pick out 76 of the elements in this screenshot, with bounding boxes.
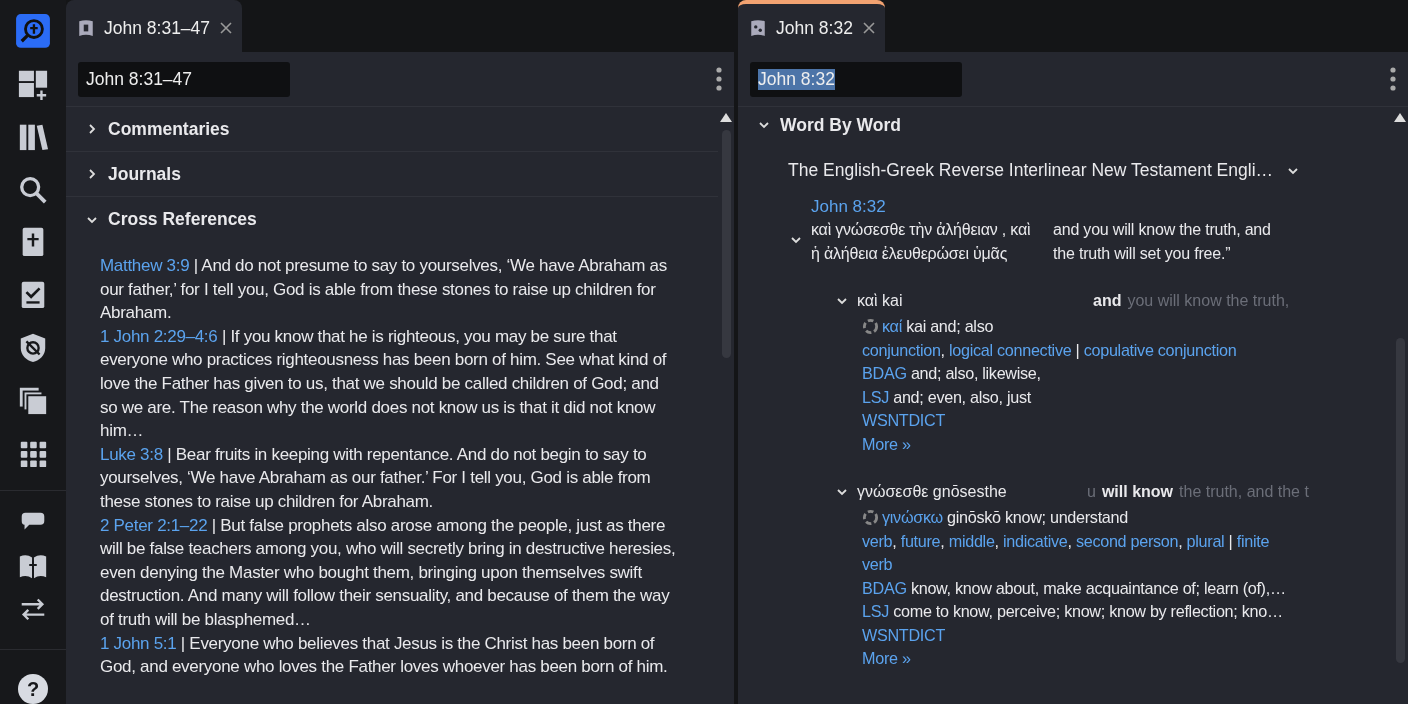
- morphology-link[interactable]: middle: [948, 531, 995, 550]
- more-link[interactable]: More »: [862, 649, 911, 667]
- help-button[interactable]: ?: [18, 674, 48, 704]
- section-header[interactable]: Journals: [66, 152, 718, 197]
- reference-link[interactable]: 1 John 5:1: [100, 633, 177, 653]
- reference-link[interactable]: Matthew 3:9: [100, 256, 190, 275]
- cross-reference-entry: Luke 3:8 | Bear fruits in keeping with repentance. And do not begin to say to yourselves, ‘We have Abraham as our father.’ For I tell you, God is able from these stones to raise up children for Abraham.: [100, 443, 652, 513]
- chevron-down-icon[interactable]: [790, 234, 802, 246]
- english-word: will know: [1101, 483, 1174, 501]
- greek-word: καὶ kai: [857, 292, 904, 310]
- cross-reference-entry: 2 Peter 2:1–22 | But false prophets also arose among the people, just as there will be false teachers among you, who will secretly bring in destructive heresies, even denying the Master who bought them, bringing upon themselves swift destruction. And many will follow their sensuality, and because of them the way of truth will be blasphemed…: [100, 514, 677, 631]
- context-text: u: [1087, 483, 1096, 501]
- lemma-link[interactable]: καί: [882, 317, 902, 335]
- reference-field[interactable]: John 8:32: [750, 61, 962, 97]
- cross-reference-entry: 1 John 5:1 | Everyone who believes that Jesus is the Christ has been born of God, and everyone who loves the Father loves whoever has been born of him.: [100, 632, 669, 679]
- chevron-down-icon[interactable]: [836, 486, 848, 498]
- dictionary-link[interactable]: WSNTDICT: [862, 411, 946, 429]
- greek-word: γνώσεσθε gnōsesthe: [857, 483, 1008, 501]
- tab[interactable]: John 8:32: [738, 0, 885, 52]
- chevron-down-icon[interactable]: [758, 119, 770, 131]
- dictionary-entry: LSJ and; even, also, just: [862, 386, 1032, 408]
- reference-link[interactable]: Luke 3:8: [100, 444, 163, 464]
- section-header[interactable]: Commentaries: [66, 107, 718, 152]
- section-header[interactable]: Word By Word: [758, 107, 1392, 143]
- chevron-down-icon[interactable]: [836, 295, 848, 307]
- verse-reference-link[interactable]: John 8:32: [811, 197, 886, 216]
- morphology-link[interactable]: verb: [862, 531, 893, 550]
- lemma-line: καί kai and; also: [862, 315, 1287, 339]
- morphology-link[interactable]: indicative: [1003, 531, 1068, 550]
- morphology-link[interactable]: finite: [1236, 531, 1270, 550]
- more-options-icon[interactable]: [716, 67, 722, 91]
- close-icon[interactable]: [862, 22, 875, 34]
- context-text: the truth, and the t: [1179, 483, 1309, 501]
- dictionary-link[interactable]: LSJ: [862, 602, 889, 620]
- morphology-link[interactable]: second person: [1075, 531, 1179, 550]
- morphology-link[interactable]: copulative conjunction: [1083, 340, 1237, 359]
- cross-reference-entry: 1 John 2:29–4:6 | If you know that he is righteous, you may be sure that everyone who practices righteousness has been born of him. See what kind of love the Father has given to us, that we should be called children of God; and so we are. The reason why the world does not know us is that it did not know him…: [100, 325, 668, 443]
- morphology-link[interactable]: future: [900, 531, 941, 550]
- dictionary-entry: LSJ come to know, perceive; know; know by reflection; kno…: [862, 601, 1284, 622]
- reference-link[interactable]: 2 Peter 2:1–22: [100, 515, 208, 535]
- greek-verse-text: καὶ γνώσεσθε τὴν ἀλήθειαν , καὶ ἡ ἀλήθεια ἐλευθερώσει ὑμᾶς: [811, 220, 1032, 264]
- morphology-link[interactable]: plural: [1186, 531, 1225, 550]
- morphology-link[interactable]: conjunction: [862, 340, 941, 359]
- context-text: you will know the truth,: [1127, 292, 1290, 310]
- dictionary-entry: BDAG and; also, likewise,: [862, 363, 1042, 384]
- dictionary-entry: BDAG know, know about, make acquaintance of; learn (of),…: [862, 577, 1287, 599]
- more-link[interactable]: More »: [862, 434, 911, 453]
- morphology-link[interactable]: verb: [862, 555, 893, 573]
- lemma-link[interactable]: γινώσκω: [882, 508, 943, 526]
- morphology-line: conjunction, logical connective | copulative conjunction: [862, 339, 1238, 361]
- logo-icon[interactable]: [16, 14, 50, 48]
- reference-field[interactable]: John 8:31–47: [78, 61, 290, 97]
- morphology-link[interactable]: logical connective: [949, 340, 1072, 359]
- scroll-up-icon[interactable]: [720, 113, 732, 122]
- english-verse-text: and you will know the truth, and the truth will set you free.”: [1053, 220, 1272, 264]
- dictionary-link[interactable]: BDAG: [862, 578, 907, 597]
- tab[interactable]: John 8:31–47: [66, 0, 243, 52]
- reference-link[interactable]: 1 John 2:29–4:6: [100, 326, 218, 346]
- english-word: and: [1093, 292, 1122, 310]
- loading-spinner-icon: [862, 509, 879, 526]
- dictionary-link[interactable]: LSJ: [862, 387, 889, 406]
- scroll-up-icon[interactable]: [1394, 113, 1406, 122]
- dice-icon: [750, 19, 766, 37]
- close-icon[interactable]: [220, 22, 233, 34]
- section-header[interactable]: Cross References: [66, 197, 718, 242]
- lemma-line: γινώσκω ginōskō know; understand: [862, 506, 1287, 530]
- book-icon: [78, 19, 94, 37]
- cross-reference-entry: Matthew 3:9 | And do not presume to say to yourselves, ‘We have Abraham as our father,’ for I tell you, God is able from these stones to raise up children for Abraham.: [100, 255, 668, 325]
- chevron-right-icon[interactable]: [86, 168, 98, 180]
- resource-title[interactable]: The English-Greek Reverse Interlinear New Testament Engli…: [788, 160, 1274, 181]
- loading-spinner-icon: [862, 318, 879, 335]
- more-options-icon[interactable]: [1390, 67, 1396, 91]
- chevron-right-icon[interactable]: [86, 123, 98, 135]
- dictionary-link[interactable]: WSNTDICT: [862, 625, 946, 644]
- dictionary-link[interactable]: BDAG: [862, 364, 907, 382]
- morphology-line: verb, future, middle, indicative, second person, plural | finite verb: [862, 530, 1271, 575]
